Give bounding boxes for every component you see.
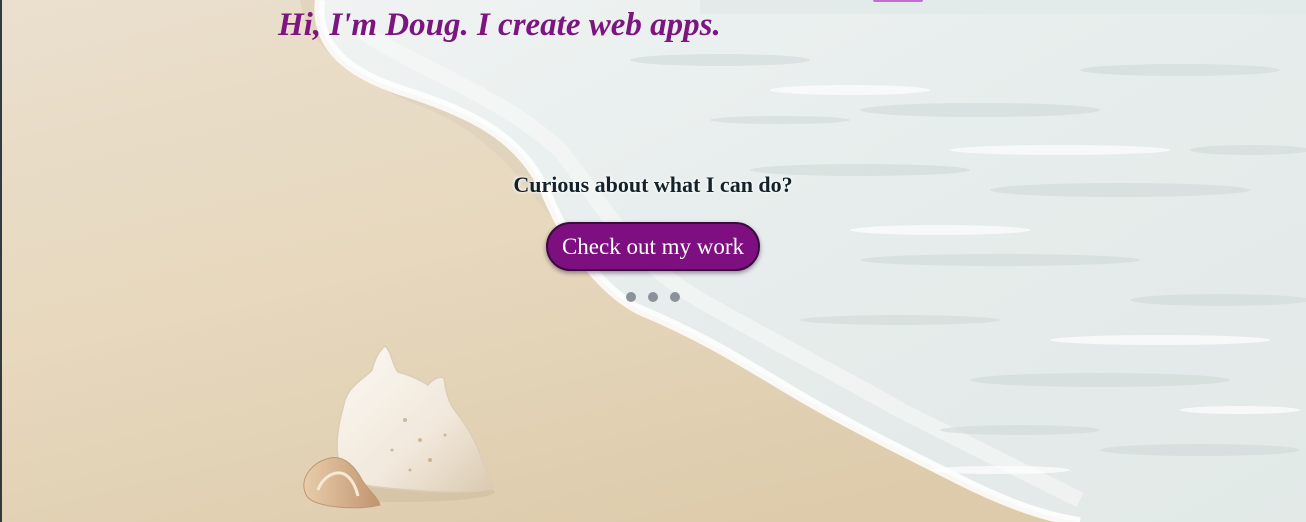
indicator-dot	[626, 292, 636, 302]
scroll-indicator-dots	[626, 292, 680, 302]
indicator-dot	[670, 292, 680, 302]
check-out-my-work-button[interactable]: Check out my work	[546, 222, 760, 271]
hero-headline: Hi, I'm Doug. I create web apps.	[278, 7, 721, 43]
top-accent-bar	[873, 0, 923, 2]
indicator-dot	[648, 292, 658, 302]
window-left-edge	[0, 0, 2, 522]
hero-tagline: Curious about what I can do?	[513, 172, 793, 197]
